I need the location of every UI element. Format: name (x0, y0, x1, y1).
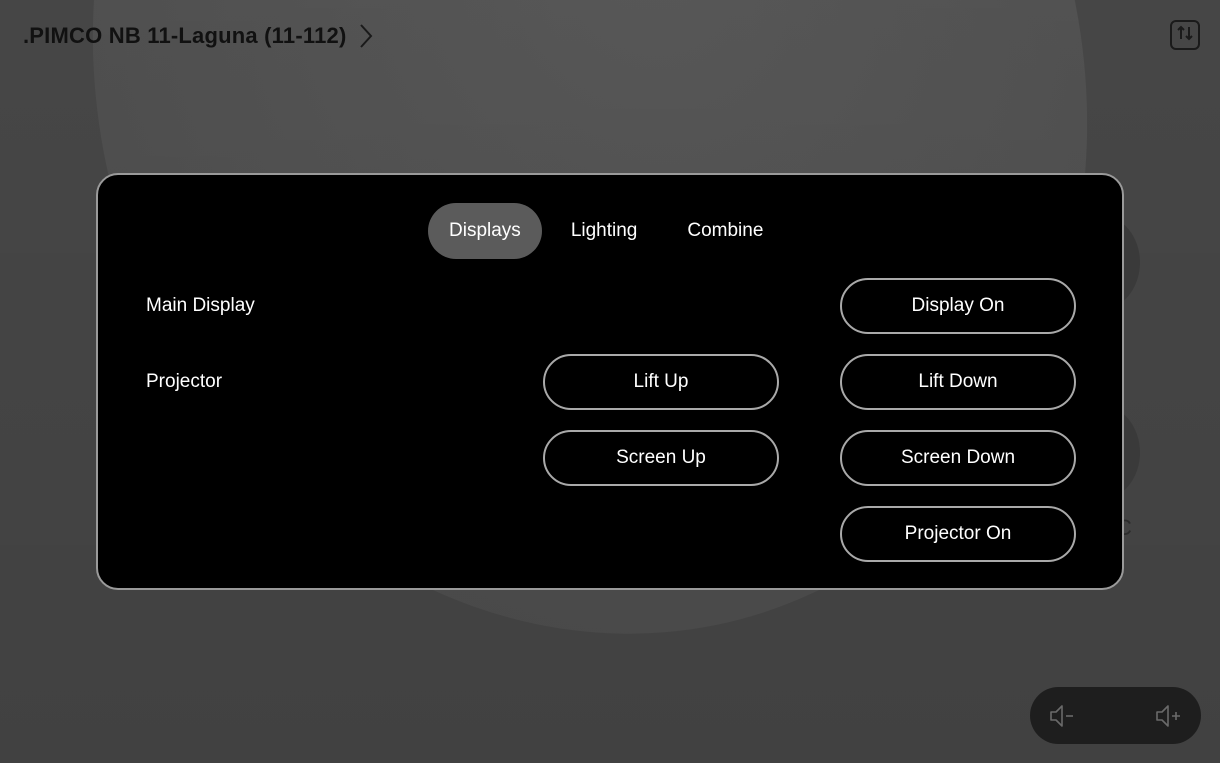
chevron-right-icon (358, 22, 380, 50)
volume-down-button[interactable] (1048, 703, 1076, 729)
display-on-button[interactable]: Display On (840, 278, 1076, 334)
screen-down-button[interactable]: Screen Down (840, 430, 1076, 486)
room-name: .PIMCO NB 11-Laguna (11-112) (23, 23, 347, 48)
lift-down-button[interactable]: Lift Down (840, 354, 1076, 410)
screen-up-button[interactable]: Screen Up (543, 430, 779, 486)
speaker-minus-icon (1048, 705, 1076, 733)
panel-tabs: Displays Lighting Combine (428, 203, 784, 259)
volume-up-button[interactable] (1154, 703, 1182, 729)
speaker-plus-icon (1154, 705, 1182, 733)
room-title-link[interactable]: .PIMCO NB 11-Laguna (11-112) (23, 20, 380, 52)
lift-up-button[interactable]: Lift Up (543, 354, 779, 410)
tab-lighting[interactable]: Lighting (550, 203, 659, 259)
tab-displays[interactable]: Displays (428, 203, 542, 259)
tab-combine[interactable]: Combine (666, 203, 784, 259)
sliders-icon (1176, 24, 1194, 47)
controls-panel: Displays Lighting Combine Main Display P… (96, 173, 1124, 590)
projector-label: Projector (146, 371, 223, 392)
projector-on-button[interactable]: Projector On (840, 506, 1076, 562)
settings-button[interactable] (1170, 20, 1200, 50)
main-display-label: Main Display (146, 295, 255, 316)
volume-control (1030, 687, 1201, 744)
